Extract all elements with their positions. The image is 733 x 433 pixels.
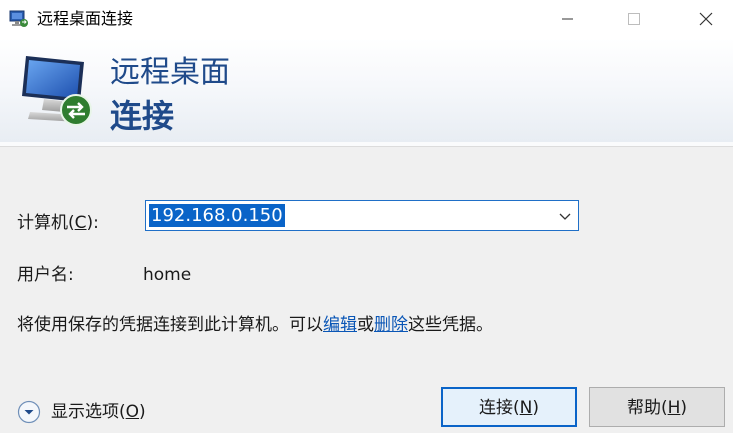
note-text-before: 将使用保存的凭据连接到此计算机。可以 (17, 315, 323, 335)
help-button[interactable]: 帮助(H) (589, 387, 725, 427)
computer-input-value[interactable]: 192.168.0.150 (149, 204, 285, 227)
computer-label: 计算机(C): (17, 212, 99, 234)
credentials-note: 将使用保存的凭据连接到此计算机。可以编辑或删除这些凭据。 (17, 314, 493, 336)
note-text-after: 这些凭据。 (408, 315, 493, 335)
user-value: home (143, 265, 192, 285)
help-label-accesskey: H (667, 398, 681, 418)
minimize-button[interactable] (545, 0, 591, 38)
edit-credentials-link[interactable]: 编辑 (323, 315, 357, 335)
computer-label-accesskey: C (74, 213, 87, 233)
connect-label-prefix: 连接( (479, 398, 520, 418)
title-bar: 远程桌面连接 (0, 0, 733, 38)
options-label-accesskey: O (125, 402, 140, 422)
remote-desktop-icon (9, 10, 28, 27)
close-button[interactable] (683, 0, 729, 38)
computer-combobox[interactable]: 192.168.0.150 (145, 200, 579, 231)
options-label-prefix: 显示选项( (51, 402, 126, 422)
note-or: 或 (357, 315, 374, 335)
maximize-button[interactable] (611, 0, 657, 38)
show-options-toggle[interactable]: 显示选项(O) (17, 399, 146, 425)
maximize-icon (628, 13, 640, 25)
chevron-down-icon[interactable] (558, 209, 572, 223)
connect-button[interactable]: 连接(N) (441, 387, 577, 427)
banner-title-line2: 连接 (110, 97, 175, 135)
banner-divider (0, 142, 733, 147)
computer-label-suffix: ): (86, 213, 99, 233)
window-title: 远程桌面连接 (37, 9, 134, 28)
user-label: 用户名: (17, 265, 74, 285)
remote-desktop-monitor-icon (22, 56, 92, 126)
minimize-icon (562, 18, 573, 20)
help-label-prefix: 帮助( (626, 398, 668, 418)
connect-label-accesskey: N (519, 398, 533, 418)
help-label-suffix: ) (680, 398, 688, 418)
options-label-suffix: ) (139, 402, 146, 422)
connect-label-suffix: ) (532, 398, 539, 418)
close-icon (699, 12, 713, 26)
computer-label-prefix: 计算机( (17, 213, 75, 233)
expand-circle-icon[interactable] (17, 400, 41, 424)
show-options-label: 显示选项(O) (51, 401, 146, 423)
delete-credentials-link[interactable]: 删除 (374, 315, 408, 335)
banner-title-line1: 远程桌面 (110, 55, 230, 90)
